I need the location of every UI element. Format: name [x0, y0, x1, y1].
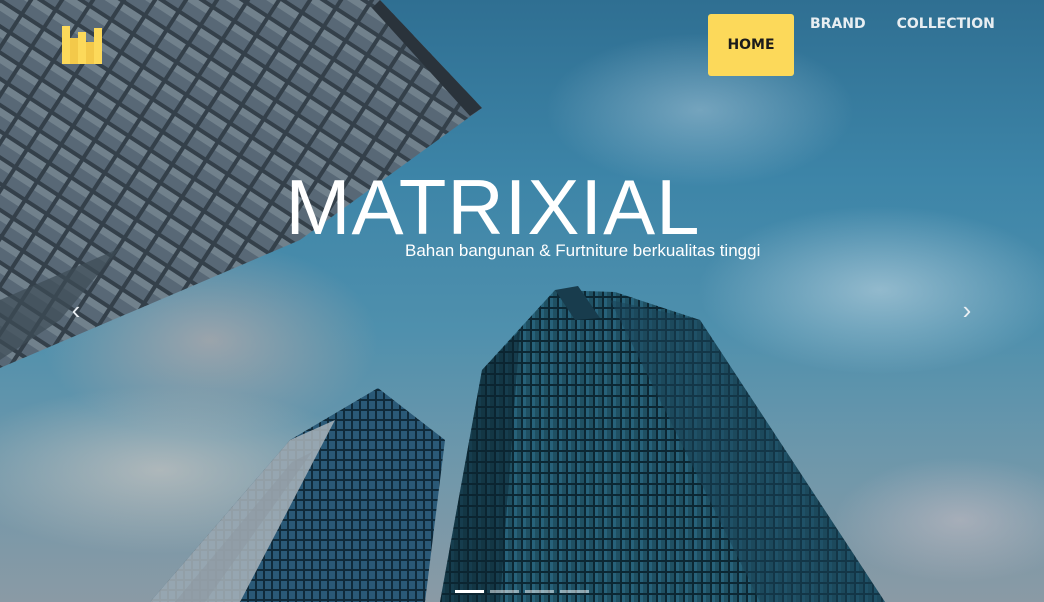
chevron-right-icon: ›: [962, 295, 972, 325]
carousel-next-button[interactable]: ›: [957, 296, 977, 324]
carousel-indicator-1[interactable]: [455, 590, 484, 593]
carousel-indicator-2[interactable]: [490, 590, 519, 593]
main-nav: HOME BRAND COLLECTION: [708, 14, 995, 76]
hero-carousel: HOME BRAND COLLECTION MATRIXIAL Bahan ba…: [0, 0, 1044, 602]
bar-chart-logo-icon[interactable]: [62, 26, 102, 64]
skyscraper-background: [0, 0, 885, 602]
carousel-indicator-3[interactable]: [525, 590, 554, 593]
carousel-indicator-4[interactable]: [560, 590, 589, 593]
chevron-left-icon: ‹: [71, 295, 81, 325]
carousel-prev-button[interactable]: ‹: [66, 296, 86, 324]
nav-brand[interactable]: BRAND: [810, 14, 866, 32]
nav-home[interactable]: HOME: [708, 14, 794, 76]
hero-subtitle: Bahan bangunan & Furtniture berkualitas …: [405, 241, 761, 260]
carousel-indicators: [455, 590, 589, 593]
hero-title: MATRIXIAL: [285, 163, 701, 251]
nav-collection[interactable]: COLLECTION: [897, 14, 995, 32]
